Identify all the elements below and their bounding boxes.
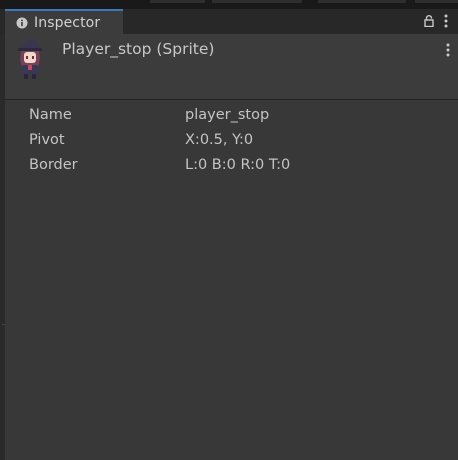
property-value: player_stop xyxy=(185,107,270,123)
property-label: Name xyxy=(29,107,72,123)
neighbor-tab[interactable] xyxy=(212,0,302,3)
property-label: Pivot xyxy=(29,132,65,148)
property-value: X:0.5, Y:0 xyxy=(185,132,254,148)
inspector-panel: Player_stop (Sprite) Name player_stop Pi… xyxy=(5,34,458,460)
neighbor-tab[interactable] xyxy=(318,0,406,3)
property-row-name: Name player_stop xyxy=(5,103,458,127)
asset-header: Player_stop (Sprite) xyxy=(5,34,458,100)
tab-label: Inspector xyxy=(34,14,101,31)
tab-inspector[interactable]: Inspector xyxy=(5,9,123,34)
property-value: L:0 B:0 R:0 T:0 xyxy=(185,157,291,173)
property-label: Border xyxy=(29,157,78,173)
property-row-border: Border L:0 B:0 R:0 T:0 xyxy=(5,153,458,177)
sprite-thumbnail xyxy=(13,38,47,80)
tab-tools xyxy=(424,13,448,29)
property-row-pivot: Pivot X:0.5, Y:0 xyxy=(5,128,458,152)
kebab-menu-icon[interactable] xyxy=(446,42,450,61)
top-strip xyxy=(0,0,458,9)
inspector-window: Inspector Player_stop (Sprite) Name play… xyxy=(0,0,458,460)
kebab-menu-icon[interactable] xyxy=(444,14,448,28)
lock-icon[interactable] xyxy=(424,15,434,27)
tab-bar: Inspector xyxy=(0,9,458,34)
asset-title: Player_stop (Sprite) xyxy=(62,40,215,58)
neighbor-tab[interactable] xyxy=(415,0,458,3)
info-icon xyxy=(16,17,28,29)
neighbor-tab[interactable] xyxy=(150,0,205,3)
